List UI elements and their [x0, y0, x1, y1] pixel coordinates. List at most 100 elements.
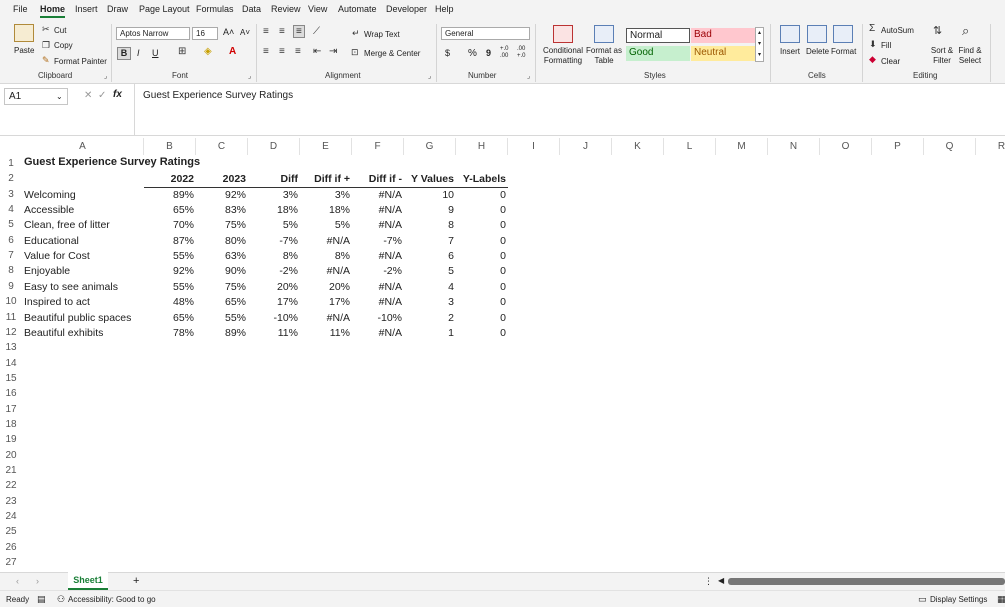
data-cell[interactable]: 83% — [196, 203, 246, 218]
menu-review[interactable]: Review — [271, 4, 301, 14]
data-cell[interactable]: 0 — [456, 326, 506, 341]
data-cell[interactable]: #N/A — [352, 295, 402, 310]
decrease-indent-icon[interactable]: ⇤ — [313, 46, 321, 57]
row-header[interactable]: 16 — [0, 386, 22, 402]
autosum-button[interactable]: AutoSum — [881, 26, 914, 35]
underline-button[interactable]: U — [152, 48, 159, 58]
number-launcher-icon[interactable]: ⌟ — [527, 72, 530, 80]
data-cell[interactable]: #N/A — [352, 218, 402, 233]
row-label-cell[interactable]: Easy to see animals — [24, 280, 118, 295]
cut-button[interactable]: Cut — [54, 26, 66, 35]
row-label-cell[interactable]: Enjoyable — [24, 264, 70, 279]
data-cell[interactable]: #N/A — [352, 203, 402, 218]
data-cell[interactable]: 78% — [144, 326, 194, 341]
data-cell[interactable]: -7% — [352, 234, 402, 249]
orientation-icon[interactable]: ⟋ — [313, 26, 320, 37]
number-format-select[interactable]: General — [441, 27, 530, 40]
row-header[interactable]: 20 — [0, 448, 22, 463]
data-cell[interactable]: -2% — [248, 264, 298, 279]
sort-filter-icon[interactable]: ⇅ — [933, 24, 942, 37]
data-cell[interactable]: 5% — [300, 218, 350, 233]
data-cell[interactable]: #N/A — [352, 326, 402, 341]
row-header[interactable]: 3 — [0, 187, 22, 203]
font-size-select[interactable]: 16 — [192, 27, 218, 40]
data-cell[interactable]: 3 — [404, 295, 454, 310]
data-cell[interactable]: 3% — [300, 188, 350, 203]
delete-cells-icon[interactable] — [807, 25, 827, 43]
increase-decimal-button[interactable]: +.0 .00 — [500, 46, 514, 60]
fill-button[interactable]: Fill — [881, 41, 891, 50]
row-header[interactable]: 4 — [0, 202, 22, 218]
wrap-text-button[interactable]: Wrap Text — [364, 30, 400, 39]
column-header[interactable]: K — [612, 138, 664, 155]
data-cell[interactable]: 92% — [144, 264, 194, 279]
cancel-icon[interactable]: ✕ — [84, 90, 92, 101]
format-painter-button[interactable]: Format Painter — [54, 57, 107, 66]
data-cell[interactable]: 65% — [196, 295, 246, 310]
bold-button[interactable]: B — [117, 47, 131, 60]
menu-developer[interactable]: Developer — [386, 4, 427, 14]
font-family-select[interactable]: Aptos Narrow — [116, 27, 190, 40]
prev-sheet-icon[interactable]: ‹ — [16, 576, 19, 586]
data-cell[interactable]: 0 — [456, 249, 506, 264]
insert-function-button[interactable]: fx — [113, 89, 122, 100]
column-header[interactable]: D — [248, 138, 300, 155]
font-launcher-icon[interactable]: ⌟ — [248, 72, 251, 80]
sheet-tab[interactable]: Sheet1 — [68, 572, 108, 590]
row-header[interactable]: 12 — [0, 325, 22, 341]
data-cell[interactable]: 20% — [248, 280, 298, 295]
column-header[interactable]: G — [404, 138, 456, 155]
style-normal[interactable]: Normal — [626, 28, 690, 43]
data-cell[interactable]: 1 — [404, 326, 454, 341]
data-cell[interactable]: #N/A — [352, 280, 402, 295]
column-header[interactable]: A — [22, 138, 144, 155]
data-cell[interactable]: 9 — [404, 203, 454, 218]
font-color-icon[interactable]: A — [229, 46, 236, 57]
data-cell[interactable]: 90% — [196, 264, 246, 279]
column-header[interactable]: I — [508, 138, 560, 155]
data-cell[interactable]: 11% — [300, 326, 350, 341]
column-header[interactable]: H — [456, 138, 508, 155]
comma-button[interactable]: 9 — [486, 48, 491, 58]
column-header[interactable]: O — [820, 138, 872, 155]
conditional-formatting-button[interactable]: Conditional Formatting — [541, 46, 585, 66]
data-cell[interactable]: 0 — [456, 280, 506, 295]
enter-icon[interactable]: ✓ — [98, 90, 106, 101]
data-cell[interactable]: 3% — [248, 188, 298, 203]
clear-button[interactable]: Clear — [881, 57, 900, 66]
style-good[interactable]: Good — [626, 46, 690, 61]
shrink-font-icon[interactable]: A˅ — [240, 28, 250, 37]
find-icon[interactable]: ⌕ — [962, 23, 969, 39]
data-cell[interactable]: 87% — [144, 234, 194, 249]
column-header[interactable]: B — [144, 138, 196, 155]
data-cell[interactable]: 8% — [248, 249, 298, 264]
row-header[interactable]: 22 — [0, 478, 22, 494]
data-cell[interactable]: #N/A — [300, 311, 350, 326]
data-cell[interactable]: 65% — [144, 203, 194, 218]
data-cell[interactable]: 0 — [456, 234, 506, 249]
menu-home[interactable]: Home — [40, 4, 66, 18]
menu-page-layout[interactable]: Page Layout — [139, 4, 190, 14]
row-header[interactable]: 7 — [0, 248, 22, 264]
row-label-cell[interactable]: Beautiful public spaces — [24, 311, 131, 326]
row-header[interactable]: 21 — [0, 463, 22, 479]
insert-cells-icon[interactable] — [780, 25, 800, 43]
data-cell[interactable]: 70% — [144, 218, 194, 233]
data-cell[interactable]: 80% — [196, 234, 246, 249]
data-cell[interactable]: 0 — [456, 295, 506, 310]
data-cell[interactable]: 55% — [196, 311, 246, 326]
data-cell[interactable]: 4 — [404, 280, 454, 295]
data-cell[interactable]: 2 — [404, 311, 454, 326]
row-header[interactable]: 27 — [0, 555, 22, 571]
macro-icon[interactable]: ▤ — [37, 594, 46, 605]
normal-view-icon[interactable]: ▦ — [997, 594, 1005, 605]
row-label-cell[interactable]: Beautiful exhibits — [24, 326, 103, 341]
accessibility-icon[interactable]: ⚇ — [57, 594, 65, 605]
row-header[interactable]: 24 — [0, 509, 22, 525]
data-cell[interactable]: 20% — [300, 280, 350, 295]
data-cell[interactable]: -10% — [248, 311, 298, 326]
increase-indent-icon[interactable]: ⇥ — [329, 46, 337, 57]
menu-formulas[interactable]: Formulas — [196, 4, 234, 14]
data-cell[interactable]: 65% — [144, 311, 194, 326]
alignment-launcher-icon[interactable]: ⌟ — [428, 72, 431, 80]
